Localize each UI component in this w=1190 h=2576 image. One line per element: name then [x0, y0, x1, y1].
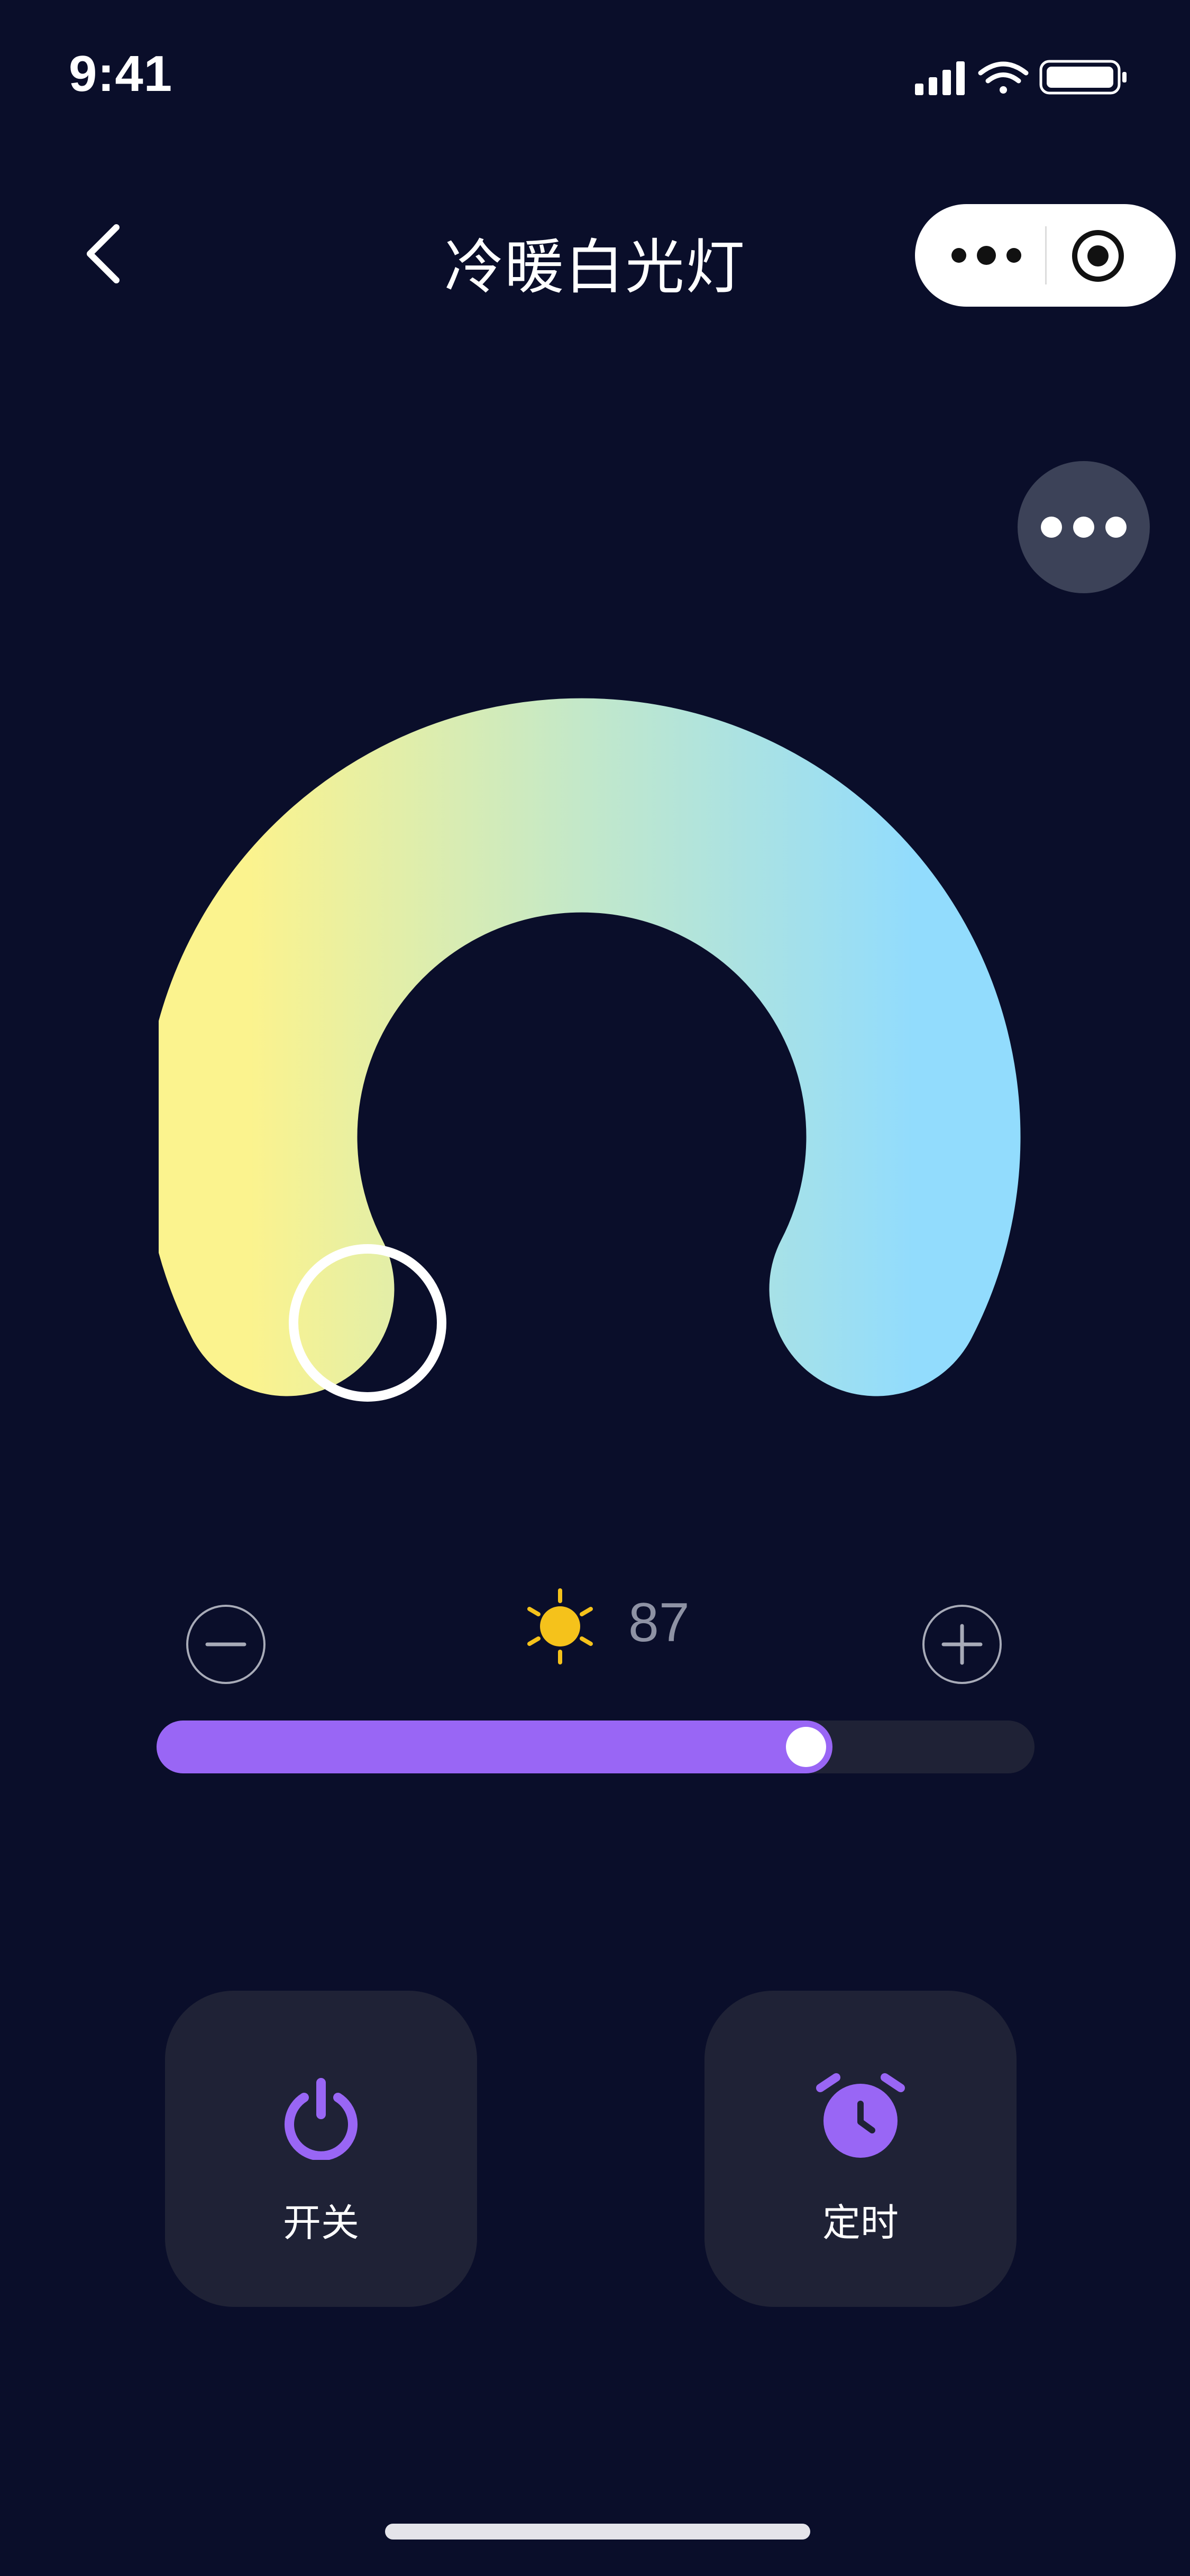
brightness-slider[interactable] — [157, 1721, 1035, 1773]
timer-label: 定时 — [822, 2201, 899, 2245]
capsule-divider — [1045, 226, 1047, 284]
color-temperature-ring[interactable] — [159, 645, 1037, 1449]
target-icon — [1072, 230, 1124, 282]
cellular-signal-icon — [915, 61, 965, 95]
color-ring-arc[interactable] — [159, 698, 1021, 1396]
decrease-brightness-button[interactable] — [186, 1605, 266, 1684]
capsule-menu-button[interactable] — [944, 228, 1029, 283]
increase-brightness-button[interactable] — [922, 1605, 1002, 1684]
power-label: 开关 — [282, 2201, 359, 2245]
power-toggle-button[interactable]: 开关 — [165, 1991, 477, 2307]
status-icons — [915, 58, 1127, 99]
brightness-slider-fill — [157, 1721, 833, 1773]
brightness-slider-thumb[interactable] — [786, 1727, 827, 1767]
mini-program-capsule — [915, 204, 1176, 307]
status-time: 9:41 — [69, 45, 173, 102]
battery-icon — [1039, 60, 1127, 95]
capsule-close-button[interactable] — [1068, 226, 1128, 286]
timer-button[interactable]: 定时 — [704, 1991, 1017, 2307]
minus-circle-icon — [205, 1642, 246, 1646]
home-indicator — [385, 2524, 810, 2540]
plus-circle-icon — [941, 1624, 983, 1665]
wifi-icon — [978, 61, 1029, 94]
sun-icon — [527, 1588, 593, 1664]
alarm-clock-icon — [816, 2073, 905, 2158]
power-icon — [285, 2078, 358, 2160]
more-options-button[interactable] — [1018, 461, 1150, 593]
ellipsis-icon — [951, 246, 1021, 265]
brightness-value: 87 — [628, 1592, 690, 1653]
ellipsis-icon — [1041, 517, 1127, 538]
